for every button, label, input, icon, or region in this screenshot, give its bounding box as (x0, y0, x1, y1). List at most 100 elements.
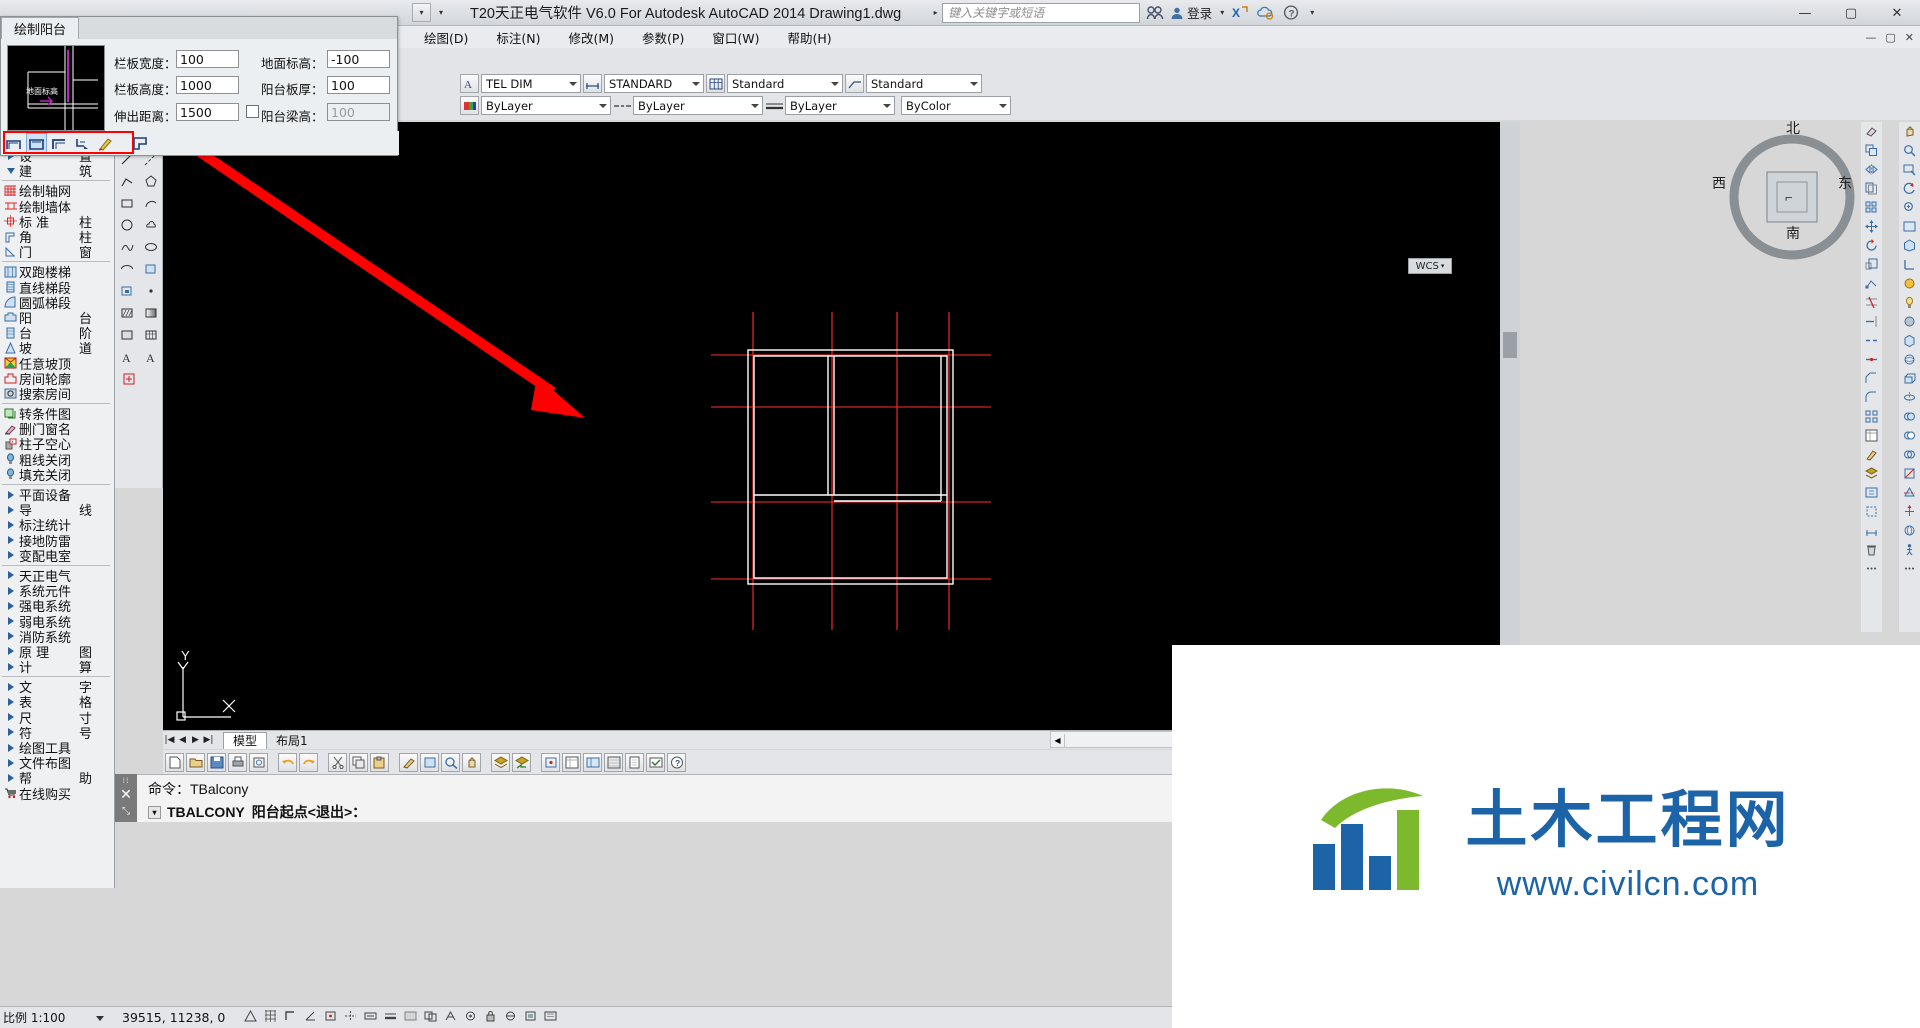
ucs-tool[interactable] (1899, 255, 1920, 274)
dim-style-icon[interactable] (583, 74, 602, 93)
hatch-tool[interactable] (115, 302, 139, 324)
solid-sphere-tool[interactable] (1899, 350, 1920, 369)
tool-palettes-icon[interactable] (604, 752, 623, 772)
object-color-icon[interactable] (460, 96, 479, 115)
snap-toggle-icon[interactable] (243, 1009, 258, 1026)
add-selected-tool[interactable] (117, 368, 141, 390)
tab-nav-last[interactable]: ▶| (202, 732, 215, 749)
sign-in-button[interactable]: 登录 ▾ (1170, 3, 1224, 22)
dim-style-combo[interactable]: STANDARD (604, 74, 704, 93)
isolate-objects-icon[interactable] (503, 1009, 518, 1026)
tab-model[interactable]: 模型 (223, 731, 268, 749)
copy-tool[interactable] (1861, 141, 1882, 160)
array-tool[interactable] (1861, 198, 1882, 217)
doc-minimize-button[interactable]: — (1865, 31, 1876, 44)
field-input-rail-width[interactable]: 100 (176, 50, 239, 68)
paste-icon[interactable] (370, 752, 389, 772)
purge-tool[interactable] (1861, 540, 1882, 559)
plot-preview-icon[interactable] (249, 752, 268, 772)
union-tool[interactable] (1899, 407, 1920, 426)
sidebar-item-search-room[interactable]: 搜索房间 (0, 386, 114, 403)
arc-tool[interactable] (139, 192, 163, 214)
polyline-tool[interactable] (115, 170, 139, 192)
named-views-tool[interactable] (1899, 217, 1920, 236)
draw-balcony-dialog[interactable]: 绘制阳台 地面标高 栏板宽度： 100 栏板高度： 1000 伸出距离： 150… (0, 16, 399, 156)
properties-panel-icon[interactable] (562, 752, 581, 772)
new-file-icon[interactable] (165, 752, 184, 772)
field-input-extend-distance[interactable]: 1500 (176, 103, 239, 121)
qat-dropdown-button[interactable]: ▾ (412, 3, 431, 22)
ellipse-tool[interactable] (139, 236, 163, 258)
undo-icon[interactable] (278, 752, 297, 772)
zoom-window-tool[interactable] (1899, 160, 1920, 179)
tab-nav-next[interactable]: ▶ (189, 732, 202, 749)
section-tool[interactable] (1899, 464, 1920, 483)
layer-manager-icon[interactable] (491, 752, 510, 772)
spline-tool[interactable] (115, 236, 139, 258)
revcloud-tool[interactable] (139, 214, 163, 236)
menu-item-dimension[interactable]: 标注(N) (482, 28, 554, 47)
cut-icon[interactable] (328, 752, 347, 772)
plotstyle-combo[interactable]: ByColor (901, 96, 1011, 115)
block-editor-tool[interactable] (1861, 483, 1882, 502)
ellipse-arc-tool[interactable] (115, 258, 139, 280)
slice-tool[interactable] (1899, 483, 1920, 502)
3dorbit-tool[interactable] (1899, 521, 1920, 540)
lineweight-toggle-icon[interactable] (383, 1009, 398, 1026)
open-file-icon[interactable] (186, 752, 205, 772)
menu-item-draw[interactable]: 绘图(D) (410, 28, 482, 47)
help-bottom-icon[interactable]: ? (667, 752, 686, 772)
measure-tool[interactable] (1861, 521, 1882, 540)
transparency-toggle-icon[interactable] (403, 1009, 418, 1026)
help-icon[interactable]: ? (1280, 2, 1302, 24)
move-tool[interactable] (1861, 217, 1882, 236)
linetype-combo[interactable]: ByLayer (633, 96, 763, 115)
break-tool[interactable] (1861, 331, 1882, 350)
selectioncycling-toggle-icon[interactable] (423, 1009, 438, 1026)
walk-tool[interactable] (1899, 540, 1920, 559)
object-color-combo[interactable]: ByLayer (481, 96, 611, 115)
redo-icon[interactable] (299, 752, 318, 772)
drawing-canvas[interactable]: Y (163, 122, 1500, 730)
visual-style-tool[interactable] (1899, 236, 1920, 255)
circle-tool[interactable] (115, 214, 139, 236)
block-icon[interactable] (420, 752, 439, 772)
search-input[interactable]: 键入关键字或短语 (942, 2, 1141, 23)
checkbox-beam-height[interactable] (246, 105, 259, 118)
material-tool[interactable] (1899, 312, 1920, 331)
multiline-text-tool[interactable]: A (115, 346, 139, 368)
sheet-set-icon[interactable] (625, 752, 644, 772)
markup-icon[interactable] (646, 752, 665, 772)
stretch-tool[interactable] (1861, 274, 1882, 293)
menu-item-window[interactable]: 窗口(W) (698, 28, 773, 47)
zoom-window-bottom-icon[interactable] (441, 752, 460, 772)
subtract-tool[interactable] (1899, 426, 1920, 445)
layer-previous-icon[interactable] (512, 752, 531, 772)
dialog-tab-draw-balcony[interactable]: 绘制阳台 (1, 17, 80, 39)
trim-tool[interactable] (1861, 293, 1882, 312)
workspace-icon[interactable] (463, 1009, 478, 1026)
match-properties-tool[interactable] (1861, 445, 1882, 464)
offset-tool[interactable] (1861, 179, 1882, 198)
cloud-icon[interactable] (1254, 2, 1276, 24)
mirror-tool[interactable] (1861, 160, 1882, 179)
design-center-icon[interactable] (583, 752, 602, 772)
sidebar-item-door-window[interactable]: 门 窗 (0, 244, 114, 261)
single-text-tool[interactable]: A (139, 346, 163, 368)
region-tool[interactable] (115, 324, 139, 346)
pan-tool[interactable] (1899, 122, 1920, 141)
polar-toggle-icon[interactable] (303, 1009, 318, 1026)
ortho-toggle-icon[interactable] (283, 1009, 298, 1026)
sidebar-item-calculation[interactable]: 计 算 (0, 659, 114, 676)
print-icon[interactable] (228, 752, 247, 772)
light-tool[interactable] (1899, 293, 1920, 312)
explode-tool[interactable] (1861, 407, 1882, 426)
extrude-tool[interactable] (1899, 369, 1920, 388)
tab-nav-prev[interactable]: ◀ (176, 732, 189, 749)
scale-selector[interactable]: 比例 1:100 (0, 1007, 112, 1028)
chevron-down-icon[interactable]: ▾ (1220, 8, 1224, 17)
menu-item-modify[interactable]: 修改(M) (555, 28, 629, 47)
gradient-tool[interactable] (139, 302, 163, 324)
group-tool[interactable] (1861, 502, 1882, 521)
minimize-button[interactable]: — (1782, 0, 1828, 26)
